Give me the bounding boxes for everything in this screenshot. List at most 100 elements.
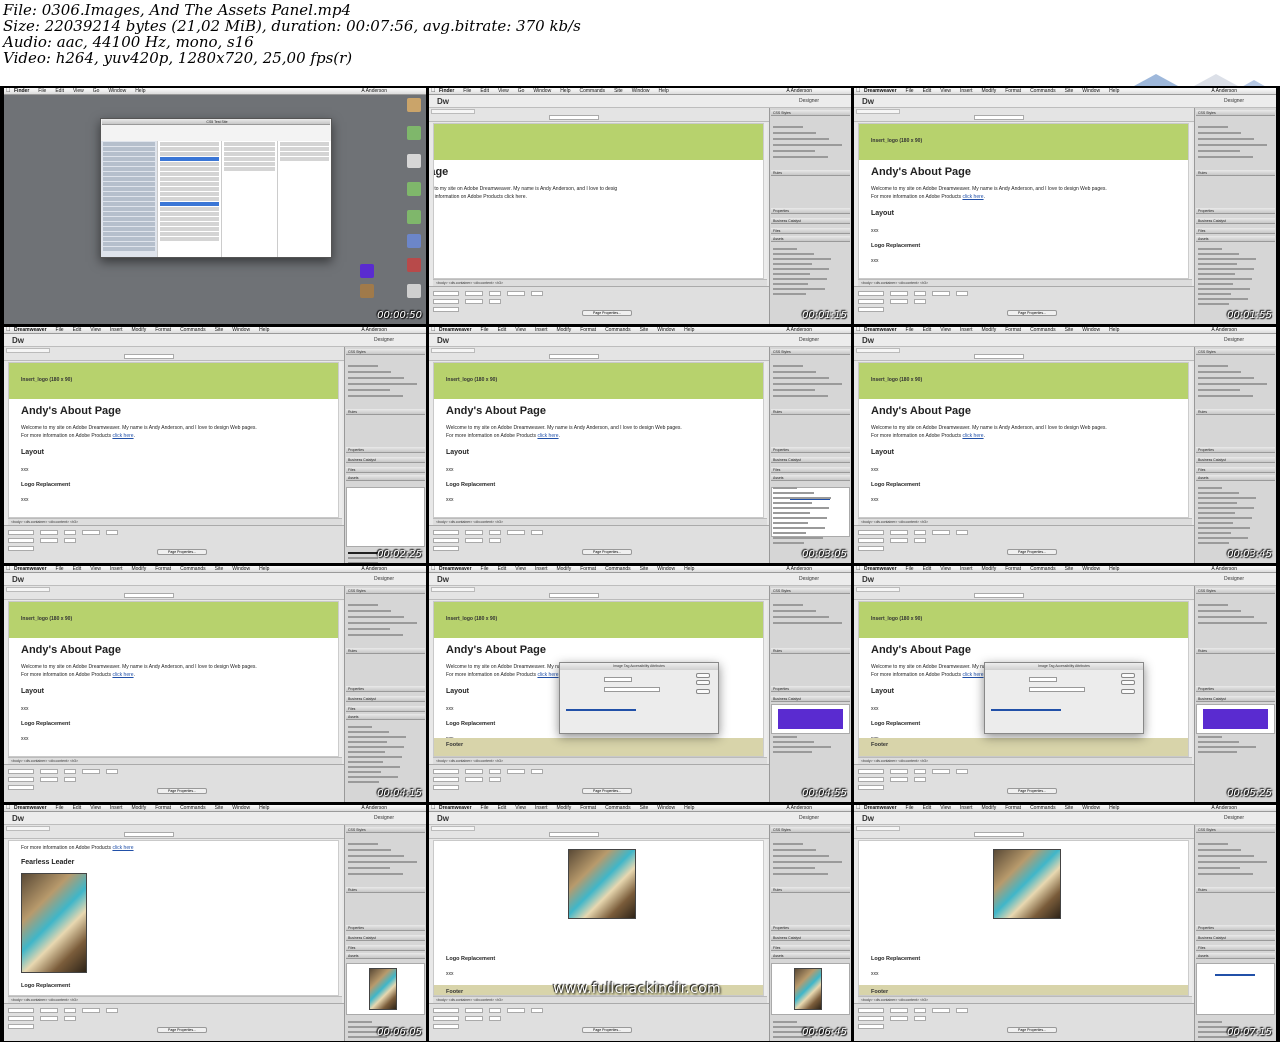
vertical-scrollbar[interactable] bbox=[763, 601, 767, 757]
dialog-note-link[interactable] bbox=[991, 709, 1061, 711]
menu-item-edit[interactable]: Edit bbox=[480, 88, 489, 94]
panel-header-rules[interactable]: Rules bbox=[1196, 887, 1275, 893]
menu-item-site[interactable]: Site bbox=[1065, 327, 1074, 333]
desktop-file-icon[interactable] bbox=[407, 284, 421, 298]
link-field[interactable] bbox=[40, 1016, 58, 1021]
vertical-scrollbar[interactable] bbox=[1188, 362, 1192, 518]
menu-item-dreamweaver[interactable]: Dreamweaver bbox=[439, 327, 472, 333]
format-select[interactable] bbox=[433, 769, 459, 774]
workspace-switcher[interactable]: Designer bbox=[799, 98, 819, 104]
apple-icon[interactable]:  bbox=[431, 88, 436, 95]
link-field[interactable] bbox=[890, 299, 908, 304]
italic-button[interactable] bbox=[956, 530, 968, 535]
column-item[interactable] bbox=[160, 157, 219, 161]
menu-item-view[interactable]: View bbox=[515, 327, 526, 333]
id-select[interactable] bbox=[890, 291, 908, 296]
sidebar-item[interactable] bbox=[103, 167, 155, 171]
menu-item-insert[interactable]: Insert bbox=[110, 805, 123, 811]
menu-item-window[interactable]: Window bbox=[657, 805, 675, 811]
italic-button[interactable] bbox=[531, 291, 543, 296]
menu-item-edit[interactable]: Edit bbox=[73, 805, 82, 811]
document-title-field[interactable] bbox=[549, 115, 599, 120]
panel-header-assets[interactable]: Assets bbox=[771, 953, 850, 959]
column-item[interactable] bbox=[280, 152, 329, 156]
menu-item-window[interactable]: Window bbox=[108, 88, 126, 94]
panel-header-properties[interactable]: Properties bbox=[346, 686, 425, 692]
target-select[interactable] bbox=[64, 538, 76, 543]
panel-header-assets[interactable]: Assets bbox=[1196, 953, 1275, 959]
menu-item-commands[interactable]: Commands bbox=[1030, 327, 1056, 333]
column-item[interactable] bbox=[224, 142, 275, 146]
id-select[interactable] bbox=[40, 769, 58, 774]
document-title-field[interactable] bbox=[124, 832, 174, 837]
italic-button[interactable] bbox=[106, 769, 118, 774]
panel-header-files[interactable]: Files bbox=[771, 945, 850, 951]
panel-header-files[interactable]: Files bbox=[346, 945, 425, 951]
document-tab[interactable] bbox=[431, 587, 475, 592]
panel-header-rules[interactable]: Rules bbox=[1196, 409, 1275, 415]
menu-item-modify[interactable]: Modify bbox=[131, 327, 146, 333]
menu-item-modify[interactable]: Modify bbox=[981, 327, 996, 333]
cancel-button[interactable] bbox=[696, 680, 710, 685]
title-field[interactable] bbox=[433, 785, 459, 790]
menu-item-modify[interactable]: Modify bbox=[556, 327, 571, 333]
css-button[interactable] bbox=[433, 777, 459, 782]
target-select[interactable] bbox=[914, 538, 926, 543]
menu-item-format[interactable]: Format bbox=[580, 327, 596, 333]
menu-item-dreamweaver[interactable]: Dreamweaver bbox=[864, 805, 897, 811]
click-here-link[interactable]: click here bbox=[962, 433, 983, 439]
workspace-switcher[interactable]: Designer bbox=[1224, 576, 1244, 582]
sidebar-item[interactable] bbox=[103, 197, 155, 201]
vertical-scrollbar[interactable] bbox=[338, 840, 342, 996]
page-properties-button[interactable]: Page Properties... bbox=[582, 1027, 632, 1033]
italic-button[interactable] bbox=[531, 1008, 543, 1013]
menu-item-file[interactable]: File bbox=[56, 566, 64, 572]
menu-item-view[interactable]: View bbox=[940, 327, 951, 333]
menu-item-help[interactable]: Help bbox=[1109, 805, 1119, 811]
column-item[interactable] bbox=[160, 162, 219, 166]
class-select[interactable] bbox=[64, 530, 76, 535]
class-select[interactable] bbox=[64, 1008, 76, 1013]
column-item[interactable] bbox=[160, 177, 219, 181]
menu-item-file[interactable]: File bbox=[906, 327, 914, 333]
menu-item-edit[interactable]: Edit bbox=[923, 805, 932, 811]
panel-header-properties[interactable]: Properties bbox=[771, 447, 850, 453]
workspace-switcher[interactable]: Designer bbox=[799, 576, 819, 582]
panel-header-css-styles[interactable]: CSS Styles bbox=[1196, 588, 1275, 594]
column-item[interactable] bbox=[160, 217, 219, 221]
panel-header-business-catalyst[interactable]: Business Catalyst bbox=[346, 935, 425, 941]
menu-item-dreamweaver[interactable]: Dreamweaver bbox=[14, 566, 47, 572]
document-tab[interactable] bbox=[431, 348, 475, 353]
click-here-link[interactable]: click here bbox=[537, 672, 558, 678]
menu-item-view[interactable]: View bbox=[940, 566, 951, 572]
menu-item-help[interactable]: Help bbox=[1109, 327, 1119, 333]
menu-item-file[interactable]: File bbox=[56, 805, 64, 811]
menu-item-insert[interactable]: Insert bbox=[960, 805, 973, 811]
bold-button[interactable] bbox=[932, 1008, 950, 1013]
menu-item-modify[interactable]: Modify bbox=[981, 566, 996, 572]
format-select[interactable] bbox=[8, 530, 34, 535]
link-field[interactable] bbox=[465, 538, 483, 543]
sidebar-item[interactable] bbox=[103, 187, 155, 191]
panel-header-files[interactable]: Files bbox=[771, 228, 850, 234]
panel-header-business-catalyst[interactable]: Business Catalyst bbox=[346, 457, 425, 463]
css-button[interactable] bbox=[433, 299, 459, 304]
class-select[interactable] bbox=[64, 769, 76, 774]
menu-item-view[interactable]: View bbox=[515, 805, 526, 811]
sidebar-item[interactable] bbox=[103, 247, 155, 251]
class-select[interactable] bbox=[489, 769, 501, 774]
sidebar-item[interactable] bbox=[103, 147, 155, 151]
menu-item-site[interactable]: Site bbox=[640, 327, 649, 333]
panel-header-rules[interactable]: Rules bbox=[1196, 648, 1275, 654]
click-here-link[interactable]: click here bbox=[962, 672, 983, 678]
title-field[interactable] bbox=[433, 307, 459, 312]
menu-item-help[interactable]: Help bbox=[135, 88, 145, 94]
menu-item-dreamweaver[interactable]: Dreamweaver bbox=[864, 327, 897, 333]
workspace-switcher[interactable]: Designer bbox=[799, 815, 819, 821]
column-item[interactable] bbox=[224, 157, 275, 161]
menu-item-commands[interactable]: Commands bbox=[605, 327, 631, 333]
menu-item-format[interactable]: Format bbox=[1005, 566, 1021, 572]
bold-button[interactable] bbox=[932, 769, 950, 774]
column-item[interactable] bbox=[280, 157, 329, 161]
menu-item-help[interactable]: Help bbox=[259, 805, 269, 811]
